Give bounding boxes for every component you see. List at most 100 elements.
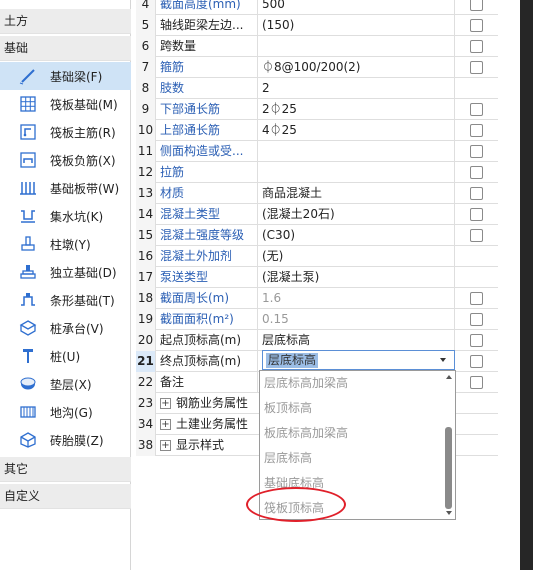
property-value[interactable] [258,141,455,162]
nav-item[interactable]: 基础梁(F) [0,62,131,90]
nav-item[interactable]: 独立基础(D) [0,258,131,286]
dropdown-option[interactable]: 板底标高加梁高 [264,421,348,446]
expand-plus-icon[interactable]: + [160,440,171,451]
property-row[interactable]: 20 起点顶标高(m) 层底标高 [136,330,498,351]
category-other[interactable]: 其它 [0,457,131,482]
property-name: 截面周长(m) [156,288,258,309]
property-value[interactable]: (150) [258,15,455,36]
property-value[interactable]: ⏀8@100/200(2) [258,57,455,78]
property-value[interactable]: 500 [258,0,455,15]
row-number: 38 [136,435,156,456]
dropdown-option[interactable]: 基础底标高 [264,471,324,496]
property-value[interactable]: 4⏀25 [258,120,455,141]
property-row[interactable]: 9 下部通长筋 2⏀25 [136,99,498,120]
property-row[interactable]: 5 轴线距梁左边... (150) [136,15,498,36]
property-row[interactable]: 6 跨数量 [136,36,498,57]
attach-checkbox[interactable] [470,229,483,242]
property-row[interactable]: 15 混凝土强度等级 (C30) [136,225,498,246]
property-row[interactable]: 14 混凝土类型 (混凝土20石) [136,204,498,225]
attach-checkbox[interactable] [470,61,483,74]
scroll-thumb[interactable] [445,427,452,509]
category-earthwork[interactable]: 土方 [0,9,131,34]
property-value[interactable]: (混凝土20石) [258,204,455,225]
dropdown-option[interactable]: 层底标高加梁高 [264,371,348,396]
nav-item[interactable]: 柱墩(Y) [0,230,131,258]
attach-checkbox[interactable] [470,40,483,53]
attach-checkbox[interactable] [470,355,483,368]
scroll-up-icon[interactable] [446,375,452,379]
attach-checkbox[interactable] [470,0,483,11]
attach-checkbox[interactable] [470,145,483,158]
property-row[interactable]: 8 肢数 2 [136,78,498,99]
property-name: 截面高度(mm) [156,0,258,15]
nav-item[interactable]: 垫层(X) [0,370,131,398]
property-value[interactable]: (C30) [258,225,455,246]
property-name-text: 材质 [160,186,185,200]
raft-main-rebar-icon [18,122,38,142]
row-number: 7 [136,57,156,78]
property-row[interactable]: 11 侧面构造或受... [136,141,498,162]
attach-checkbox[interactable] [470,376,483,389]
nav-item[interactable]: 筏板负筋(X) [0,146,131,174]
property-row[interactable]: 18 截面周长(m) 1.6 [136,288,498,309]
attach-checkbox[interactable] [470,208,483,221]
property-row[interactable]: 4 截面高度(mm) 500 [136,0,498,15]
viewport-edge [520,0,533,570]
nav-item-label: 柱墩(Y) [50,237,91,252]
property-value[interactable]: 商品混凝土 [258,183,455,204]
nav-item[interactable]: 桩承台(V) [0,314,131,342]
attach-checkbox[interactable] [470,124,483,137]
property-value[interactable]: 层底标高 [258,330,455,351]
property-row[interactable]: 17 泵送类型 (混凝土泵) [136,267,498,288]
row-number: 16 [136,246,156,267]
category-custom[interactable]: 自定义 [0,484,131,509]
scroll-down-icon[interactable] [446,511,452,515]
dropdown-option[interactable]: 板顶标高 [264,396,312,421]
attach-checkbox[interactable] [470,19,483,32]
property-value[interactable]: 2 [258,78,455,99]
attach-checkbox[interactable] [470,166,483,179]
nav-item[interactable]: 筏板基础(M) [0,90,131,118]
property-name: 肢数 [156,78,258,99]
property-row[interactable]: 7 箍筋 ⏀8@100/200(2) [136,57,498,78]
nav-item[interactable]: 桩(U) [0,342,131,370]
attach-checkbox[interactable] [470,292,483,305]
end-top-elevation-combo[interactable]: 层底标高 [262,350,455,370]
nav-item[interactable]: 地沟(G) [0,398,131,426]
property-row[interactable]: 16 混凝土外加剂 (无) [136,246,498,267]
attach-checkbox[interactable] [470,187,483,200]
category-foundation[interactable]: 基础 [0,36,131,61]
property-row[interactable]: 12 拉筋 [136,162,498,183]
expand-plus-icon[interactable]: + [160,398,171,409]
dropdown-option[interactable]: 层底标高 [264,446,312,471]
nav-item[interactable]: 砖胎膜(Z) [0,426,131,454]
row-number: 17 [136,267,156,288]
attach-checkbox[interactable] [470,103,483,116]
attach-cell [455,309,498,330]
row-number: 14 [136,204,156,225]
property-value[interactable]: (无) [258,246,455,267]
dropdown-option[interactable]: 筏板顶标高 [264,496,324,521]
property-row[interactable]: 19 截面面积(m²) 0.15 [136,309,498,330]
property-row[interactable]: 13 材质 商品混凝土 [136,183,498,204]
nav-item[interactable]: 条形基础(T) [0,286,131,314]
attach-checkbox[interactable] [470,334,483,347]
property-name-text: 截面高度(mm) [160,0,241,11]
chevron-down-icon[interactable] [440,358,446,362]
dropdown-scrollbar[interactable] [445,373,453,517]
property-row[interactable]: 10 上部通长筋 4⏀25 [136,120,498,141]
nav-item[interactable]: 筏板主筋(R) [0,118,131,146]
nav-item[interactable]: 集水坑(K) [0,202,131,230]
attach-checkbox[interactable] [470,313,483,326]
nav-item-label: 砖胎膜(Z) [50,433,104,448]
attach-cell [455,0,498,15]
nav-item[interactable]: 基础板带(W) [0,174,131,202]
property-value[interactable]: (混凝土泵) [258,267,455,288]
property-value[interactable] [258,162,455,183]
attach-cell [455,204,498,225]
cushion-layer-icon [18,374,38,394]
property-value[interactable] [258,36,455,57]
expand-plus-icon[interactable]: + [160,419,171,430]
attach-cell [455,267,498,288]
property-value[interactable]: 2⏀25 [258,99,455,120]
